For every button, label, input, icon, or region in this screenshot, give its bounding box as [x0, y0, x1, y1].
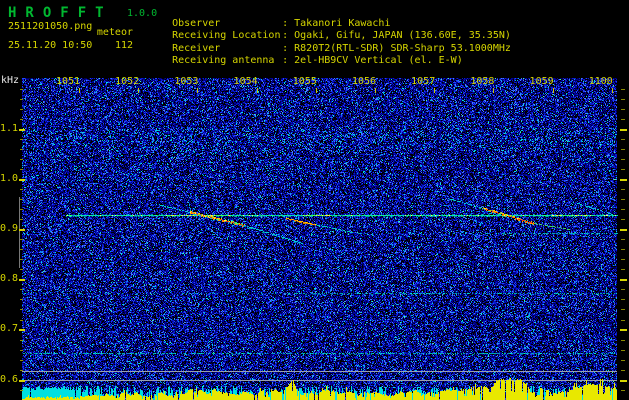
info-sep: : [282, 55, 295, 66]
time-axis-label: 1053 [174, 76, 199, 87]
freq-axis-label: 0.6 [0, 374, 19, 385]
time-axis-label: 1057 [411, 76, 436, 87]
hrofft-output-image: HROFFT 1.0.0 2511201050.png meteor 25.11… [0, 0, 629, 400]
output-filename: 2511201050.png [8, 21, 93, 32]
time-axis-label: 1100 [588, 76, 613, 87]
date-time: 25.11.20 10:50 [8, 40, 93, 51]
freq-axis-label: 0.8 [0, 273, 19, 284]
info-label: Receiving antenna [172, 55, 275, 66]
time-axis-label: 1051 [55, 76, 81, 87]
time-axis-label: 1059 [529, 76, 554, 87]
time-axis-label: 1056 [351, 76, 377, 87]
info-row-antenna: Receiving antenna: 2el-HB9CV Vertical (e… [148, 44, 463, 77]
freq-unit-label: kHz [1, 75, 20, 86]
echo-counter: 112 [114, 40, 133, 51]
time-axis-label: 1055 [292, 76, 317, 87]
info-value: 2el-HB9CV Vertical (el. E-W) [294, 55, 463, 66]
freq-axis-label: 1.0 [0, 173, 19, 184]
freq-axis-label: 0.9 [0, 223, 19, 234]
freq-axis-label: 1.1 [0, 123, 19, 134]
mode-label: meteor [96, 27, 133, 38]
app-title: HROFFT [8, 5, 113, 21]
freq-axis-label: 0.7 [0, 323, 19, 334]
time-axis-label: 1058 [470, 76, 495, 87]
time-axis-label: 1052 [115, 76, 140, 87]
time-axis-label: 1054 [233, 76, 258, 87]
